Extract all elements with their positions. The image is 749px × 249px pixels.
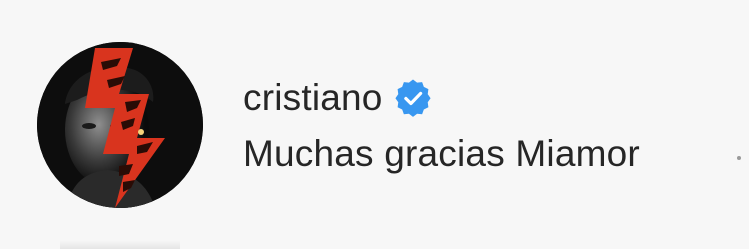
comment-body: cristiano Muchas gracias Miamor	[243, 74, 640, 178]
verified-badge-icon	[394, 79, 432, 117]
comment-row: cristiano Muchas gracias Miamor	[0, 0, 749, 249]
comment-text: Muchas gracias Miamor	[243, 133, 640, 174]
next-item-edge	[60, 240, 180, 249]
username-link[interactable]: cristiano	[243, 74, 383, 122]
more-options-dot[interactable]	[737, 156, 741, 160]
username-line: cristiano	[243, 74, 640, 122]
avatar-image	[37, 42, 203, 208]
avatar[interactable]	[37, 42, 203, 208]
